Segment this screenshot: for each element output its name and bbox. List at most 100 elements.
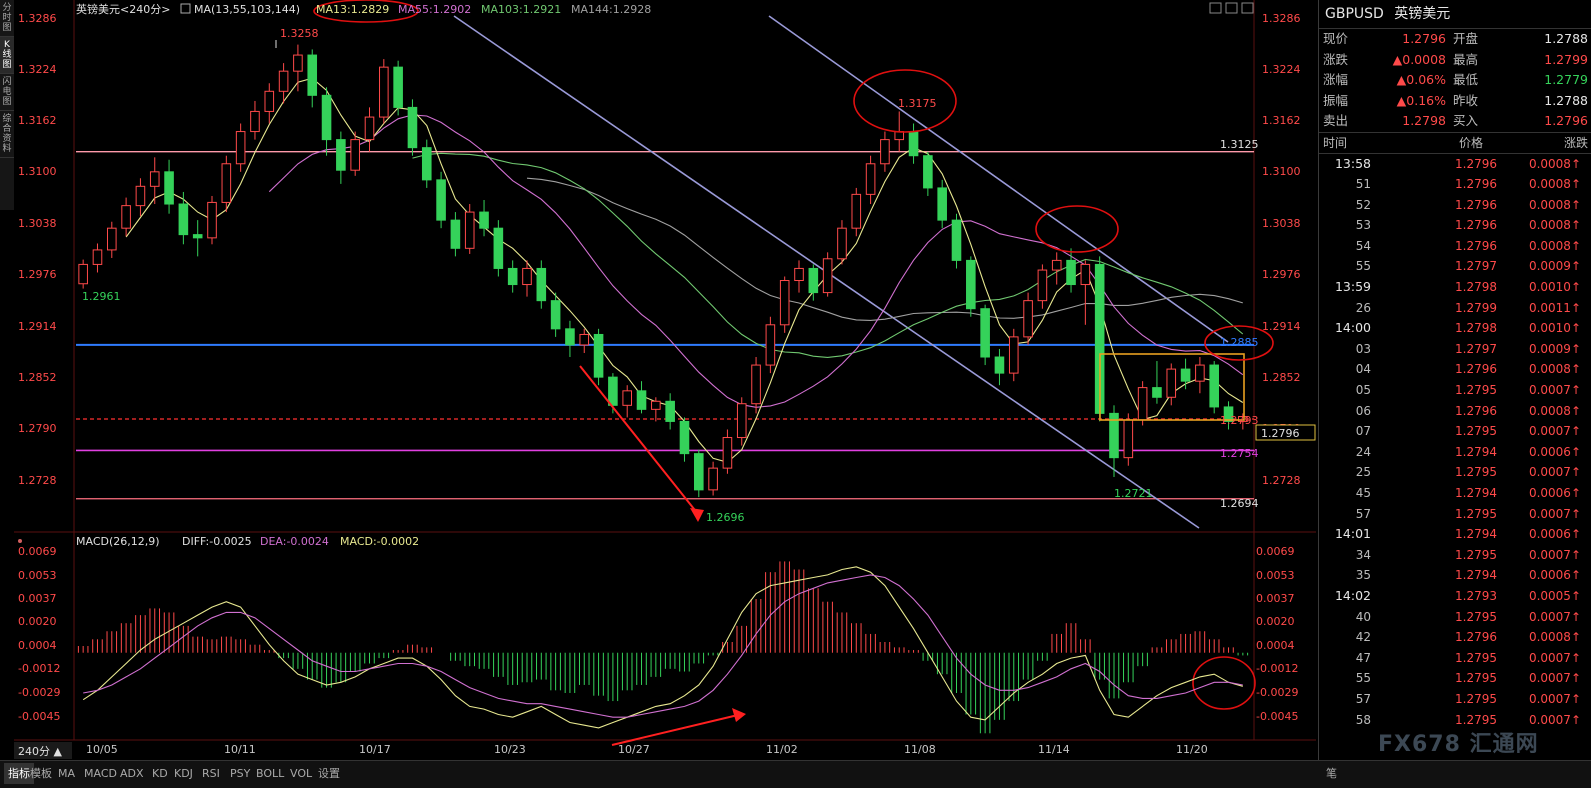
macd-settings-icon[interactable] [18, 539, 22, 543]
candle-body [493, 227, 504, 269]
tick-time: 14:02 [1334, 587, 1371, 603]
quote-row: 涨跌 ▲0.0008 最高 1.2799 [1319, 50, 1591, 71]
tick-change: 0.0008↑ [1528, 197, 1581, 212]
candle-body [393, 66, 403, 108]
candle-body [1080, 263, 1091, 286]
indicator-tab-macd[interactable]: MACD [84, 763, 117, 784]
tick-price: 1.2795 [1455, 609, 1497, 624]
candle-body [450, 219, 461, 249]
tick-price: 1.2795 [1455, 650, 1497, 665]
left-view-tabs: 分时图 K线图 闪电图 综合资料 [0, 0, 15, 210]
annotation-high: 1.3175 [898, 97, 937, 110]
macd-axis-label: 0.0069 [18, 545, 57, 558]
tick-price: 1.2796 [1455, 218, 1497, 233]
indicator-tab-kd[interactable]: KD [152, 763, 168, 784]
date-axis-label: 10/05 [86, 743, 118, 756]
level-label: 1.2885 [1220, 336, 1259, 349]
candle-body [565, 328, 575, 346]
macd-axis-label: -0.0045 [1256, 710, 1298, 723]
level-label: 1.2754 [1220, 447, 1259, 460]
macd-axis-label: 0.0020 [18, 615, 57, 628]
tick-change: 0.0006↑ [1528, 444, 1581, 459]
macd-axis-label: 0.0053 [1256, 569, 1295, 582]
tick-time: 24 [1355, 444, 1371, 459]
indicator-tab-psy[interactable]: PSY [230, 763, 250, 784]
indicator-tab-boll[interactable]: BOLL [256, 763, 284, 784]
ticks-header: 时间 价格 涨跌 [1319, 131, 1591, 154]
candle-body [192, 234, 203, 239]
candle-body [221, 163, 232, 203]
tick-time: 14:00 [1334, 320, 1371, 336]
ticks-list[interactable]: 13:58 1.2796 0.0008↑ 51 1.2796 0.0008↑ 52 1.279… [1319, 154, 1591, 731]
indicator-tab-vol[interactable]: VOL [290, 763, 312, 784]
indicator-tab-模板[interactable]: 模板 [30, 763, 52, 784]
tick-time: 52 [1355, 197, 1371, 212]
quote-label: 最高 [1453, 51, 1479, 67]
tick-change: 0.0007↑ [1528, 671, 1581, 686]
quote-value: 1.2798 [1402, 113, 1446, 128]
quote-row: 现价 1.2796 开盘 1.2788 [1319, 29, 1591, 50]
quote-value: ▲0.16% [1396, 92, 1446, 108]
tick-change: 0.0011↑ [1528, 300, 1581, 315]
ma55-legend: MA55:1.2902 [398, 3, 471, 16]
draw-tool-tab[interactable]: 笔 [1326, 763, 1337, 784]
tick-row: 45 1.2794 0.0006↑ [1319, 483, 1591, 504]
candle-body [608, 376, 618, 406]
tick-change: 0.0005↑ [1528, 588, 1581, 603]
tick-change: 0.0007↑ [1528, 465, 1581, 480]
candle-body [765, 324, 776, 366]
candle-body [593, 333, 604, 378]
tick-change: 0.0007↑ [1528, 609, 1581, 624]
ticks-header-time: 时间 [1323, 135, 1348, 150]
tick-price: 1.2795 [1455, 691, 1497, 706]
candle-body [250, 110, 260, 133]
candle-body [293, 54, 303, 72]
price-axis-label: 1.3162 [1262, 114, 1301, 127]
tick-row: 52 1.2796 0.0008↑ [1319, 195, 1591, 216]
indicator-tab-ma[interactable]: MA [58, 763, 75, 784]
indicator-tab-kdj[interactable]: KDJ [174, 763, 193, 784]
annotation-low: 1.2721 [1114, 487, 1153, 500]
tick-price: 1.2795 [1455, 465, 1497, 480]
price-axis-label: 1.3100 [18, 165, 57, 178]
candle-body [207, 201, 217, 239]
tick-time: 34 [1355, 547, 1371, 562]
candle-body [1051, 259, 1062, 271]
candle-body [92, 249, 103, 265]
quote-value: ▲0.0008 [1392, 51, 1446, 67]
quote-value: ▲0.06% [1396, 72, 1446, 87]
ticks-header-change: 涨跌 [1563, 135, 1588, 150]
view-tab-0[interactable]: 分时图 [0, 0, 14, 37]
view-tab-3[interactable]: 综合资料 [0, 111, 14, 158]
candle-body [851, 193, 862, 229]
view-tab-1[interactable]: K线图 [0, 37, 14, 74]
level-label: 1.2694 [1220, 497, 1259, 510]
view-tab-2[interactable]: 闪电图 [0, 74, 14, 111]
indicator-tab-设置[interactable]: 设置 [318, 763, 340, 784]
indicator-tab-adx[interactable]: ADX [120, 763, 144, 784]
candle-body [579, 333, 590, 346]
candle-body [421, 147, 432, 181]
ma-legend: MA(13,55,103,144) [194, 3, 300, 16]
tick-price: 1.2796 [1455, 403, 1497, 418]
macd-axis-label: 0.0020 [1256, 615, 1295, 628]
kline-chart[interactable]: 1.3286 1.32861.3224 1.32241.3162 1.31621.31… [14, 0, 1316, 760]
tick-time: 47 [1355, 650, 1371, 665]
indicator-tab-rsi[interactable]: RSI [202, 763, 220, 784]
tick-price: 1.2799 [1455, 300, 1497, 315]
tick-row: 24 1.2794 0.0006↑ [1319, 442, 1591, 463]
tick-row: 25 1.2795 0.0007↑ [1319, 462, 1591, 483]
quote-value: 1.2796 [1544, 113, 1588, 128]
tick-price: 1.2796 [1455, 238, 1497, 253]
candle-body [407, 106, 418, 149]
candle-body [1195, 364, 1205, 382]
candle-body [736, 403, 747, 439]
candle-body [307, 54, 318, 96]
tick-change: 0.0009↑ [1528, 341, 1581, 356]
macd-axis-label: -0.0012 [1256, 662, 1298, 675]
tick-change: 0.0007↑ [1528, 424, 1581, 439]
quote-label: 买入 [1453, 113, 1479, 128]
tick-time: 07 [1355, 424, 1371, 439]
ma144-legend: MA144:1.2928 [571, 3, 651, 16]
tick-change: 0.0009↑ [1528, 259, 1581, 274]
